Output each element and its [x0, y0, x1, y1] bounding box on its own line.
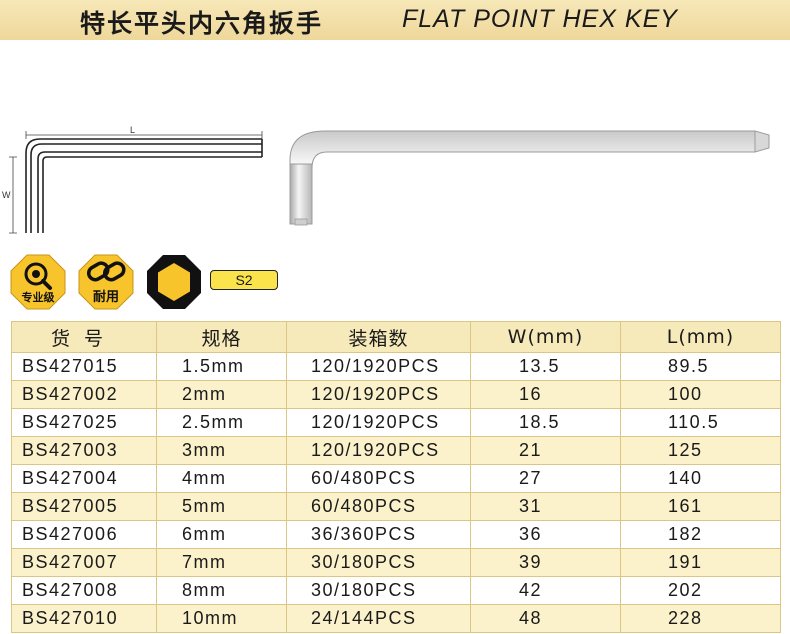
table-row: BS427004 4mm 60/480PCS 27 140 [11, 464, 781, 493]
spec-cell: 3mm [156, 436, 287, 465]
l-cell: 140 [620, 464, 781, 493]
w-cell: 27 [470, 464, 621, 493]
spec-cell: 10mm [156, 604, 287, 633]
l-cell: 228 [620, 604, 781, 633]
packing-cell: 120/1920PCS [286, 436, 471, 465]
item-number-cell: BS427002 [11, 380, 157, 409]
column-header-w: W(mm) [470, 321, 621, 353]
spec-cell: 8mm [156, 576, 287, 605]
column-header-item-no: 货号 [11, 321, 157, 353]
item-number-cell: BS427007 [11, 548, 157, 577]
packing-cell: 120/1920PCS [286, 380, 471, 409]
l-cell: 125 [620, 436, 781, 465]
item-number-cell: BS427010 [11, 604, 157, 633]
table-row: BS427002 2mm 120/1920PCS 16 100 [11, 380, 781, 409]
table-row: BS427005 5mm 60/480PCS 31 161 [11, 492, 781, 521]
w-cell: 42 [470, 576, 621, 605]
packing-cell: 30/180PCS [286, 576, 471, 605]
material-tag: S2 [210, 270, 278, 290]
l-cell: 191 [620, 548, 781, 577]
spec-cell: 7mm [156, 548, 287, 577]
w-cell: 13.5 [470, 352, 621, 381]
item-number-cell: BS427025 [11, 408, 157, 437]
packing-cell: 36/360PCS [286, 520, 471, 549]
item-number-cell: BS427004 [11, 464, 157, 493]
professional-badge: 专业级 [10, 254, 66, 310]
title-banner: 特长平头内六角扳手 FLAT POINT HEX KEY [0, 0, 790, 40]
column-header-packing: 装箱数 [286, 321, 471, 353]
column-header-l: L(mm) [620, 321, 781, 353]
table-row: BS427025 2.5mm 120/1920PCS 18.5 110.5 [11, 408, 781, 437]
w-cell: 16 [470, 380, 621, 409]
packing-cell: 30/180PCS [286, 548, 471, 577]
w-cell: 21 [470, 436, 621, 465]
l-cell: 202 [620, 576, 781, 605]
l-cell: 110.5 [620, 408, 781, 437]
table-row: BS427006 6mm 36/360PCS 36 182 [11, 520, 781, 549]
packing-cell: 60/480PCS [286, 464, 471, 493]
l-cell: 182 [620, 520, 781, 549]
dimension-drawing: L W [2, 125, 263, 234]
table-row: BS427015 1.5mm 120/1920PCS 13.5 89.5 [11, 352, 781, 381]
packing-cell: 60/480PCS [286, 492, 471, 521]
item-number-cell: BS427006 [11, 520, 157, 549]
table-row: BS427003 3mm 120/1920PCS 21 125 [11, 436, 781, 465]
l-cell: 89.5 [620, 352, 781, 381]
hex-key-image [289, 130, 770, 226]
spec-cell: 5mm [156, 492, 287, 521]
item-number-cell: BS427003 [11, 436, 157, 465]
l-cell: 100 [620, 380, 781, 409]
page-title-en: FLAT POINT HEX KEY [402, 5, 678, 33]
length-label: L [130, 125, 135, 135]
w-cell: 36 [470, 520, 621, 549]
professional-label: 专业级 [22, 290, 56, 304]
durable-label: 耐用 [93, 289, 119, 305]
width-label: W [2, 190, 11, 200]
spec-cell: 2.5mm [156, 408, 287, 437]
w-cell: 48 [470, 604, 621, 633]
durable-badge: 耐用 [78, 254, 134, 310]
column-header-spec: 规格 [156, 321, 287, 353]
w-cell: 31 [470, 492, 621, 521]
table-row: BS427008 8mm 30/180PCS 42 202 [11, 576, 781, 605]
w-cell: 18.5 [470, 408, 621, 437]
item-number-cell: BS427015 [11, 352, 157, 381]
w-cell: 39 [470, 548, 621, 577]
spec-cell: 6mm [156, 520, 287, 549]
table-row: BS427010 10mm 24/144PCS 48 228 [11, 604, 781, 633]
spec-table: 货号 规格 装箱数 W(mm) L(mm) BS427015 1.5mm 120/1… [11, 321, 781, 633]
packing-cell: 120/1920PCS [286, 408, 471, 437]
table-row: BS427007 7mm 30/180PCS 39 191 [11, 548, 781, 577]
spec-cell: 4mm [156, 464, 287, 493]
spec-cell: 2mm [156, 380, 287, 409]
spec-cell: 1.5mm [156, 352, 287, 381]
item-number-cell: BS427005 [11, 492, 157, 521]
hex-badge [147, 255, 201, 309]
item-number-cell: BS427008 [11, 576, 157, 605]
packing-cell: 24/144PCS [286, 604, 471, 633]
table-header-row: 货号 规格 装箱数 W(mm) L(mm) [11, 321, 781, 353]
page-title-cn: 特长平头内六角扳手 [80, 9, 324, 38]
l-cell: 161 [620, 492, 781, 521]
packing-cell: 120/1920PCS [286, 352, 471, 381]
